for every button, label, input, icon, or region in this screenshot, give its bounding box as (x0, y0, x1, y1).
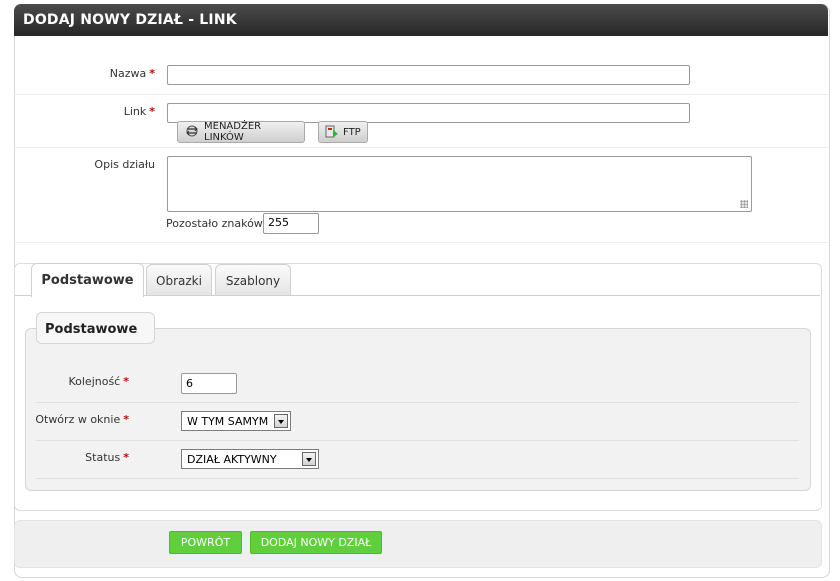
open-window-value: W TYM SAMYM (187, 415, 269, 428)
active-tab-joint (32, 295, 143, 297)
status-label: Status * (85, 451, 129, 464)
link-manager-label: MENADŻER LINKÓW (204, 121, 262, 143)
link-manager-icon (184, 125, 200, 140)
open-window-select[interactable]: W TYM SAMYM (181, 411, 291, 431)
status-value: DZIAŁ AKTYWNY (187, 453, 277, 466)
description-textarea[interactable] (167, 156, 752, 212)
required-mark: * (149, 105, 155, 118)
status-row: Status * (36, 440, 799, 479)
required-mark: * (123, 451, 129, 464)
ftp-label: FTP (343, 126, 361, 138)
add-section-button[interactable]: DODAJ NOWY DZIAŁ (250, 531, 382, 554)
back-button[interactable]: POWRÓT (169, 531, 242, 554)
form-footer (14, 520, 822, 568)
status-select[interactable]: DZIAŁ AKTYWNY (181, 449, 319, 469)
required-mark: * (149, 67, 155, 80)
panel-header: DODAJ NOWY DZIAŁ - LINK (14, 4, 828, 36)
tab-obrazki[interactable]: Obrazki (146, 264, 212, 296)
open-label: Otwórz w oknie * (35, 413, 129, 426)
ftp-icon (325, 124, 339, 141)
required-mark: * (123, 413, 129, 426)
ftp-button[interactable]: FTP (318, 121, 368, 143)
order-label: Kolejność * (68, 375, 129, 388)
chevron-down-icon[interactable] (302, 452, 316, 466)
remaining-count: 255 (263, 213, 319, 234)
link-manager-button[interactable]: MENADŻER LINKÓW (177, 121, 305, 143)
description-label: Opis działu (94, 158, 155, 171)
name-label: Nazwa * (109, 67, 155, 80)
tab-szablony[interactable]: Szablony (215, 264, 291, 296)
chevron-down-icon[interactable] (274, 414, 288, 428)
link-input[interactable] (167, 103, 690, 123)
tab-podstawowe[interactable]: Podstawowe (31, 263, 144, 297)
order-input[interactable]: 6 (181, 373, 237, 394)
remaining-label: Pozostało znaków : (166, 217, 271, 230)
resize-handle-icon[interactable] (740, 200, 748, 208)
order-row: Kolejność * (36, 364, 799, 403)
link-label: Link * (123, 105, 155, 118)
open-row: Otwórz w oknie * (35, 402, 799, 441)
name-input[interactable] (167, 65, 690, 85)
required-mark: * (123, 375, 129, 388)
fieldset-legend: Podstawowe (36, 312, 155, 344)
page-title: DODAJ NOWY DZIAŁ - LINK (23, 12, 237, 28)
